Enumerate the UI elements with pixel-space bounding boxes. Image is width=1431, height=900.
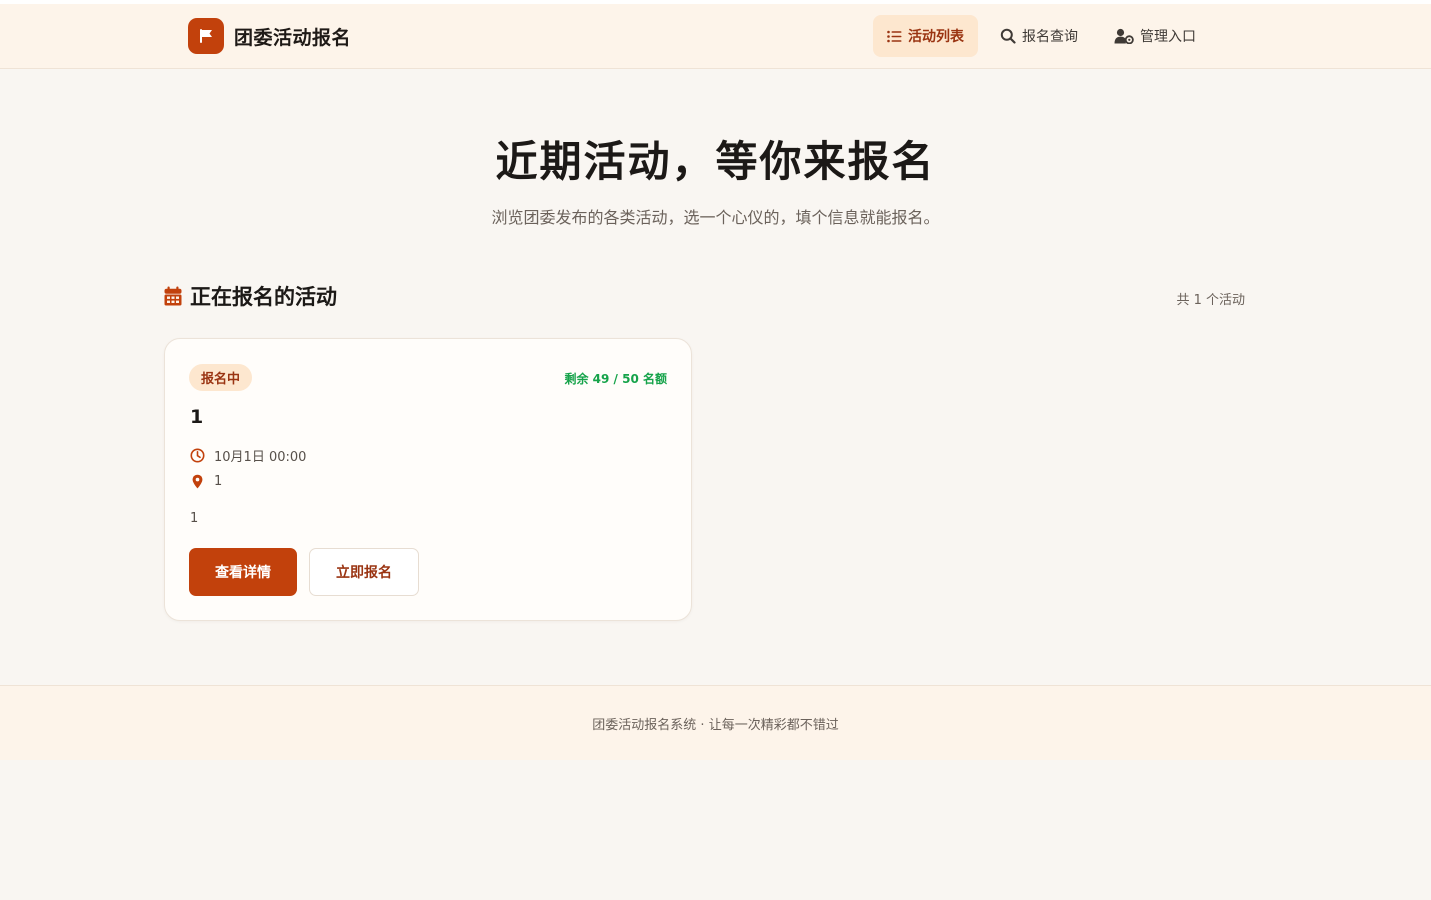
section-title-text: 正在报名的活动 [190, 285, 337, 309]
view-details-button[interactable]: 查看详情 [189, 548, 297, 596]
user-gear-icon [1114, 28, 1134, 44]
section-header: 正在报名的活动 共 1 个活动 [164, 281, 1245, 311]
nav-label: 管理入口 [1140, 29, 1196, 45]
signup-now-button[interactable]: 立即报名 [309, 548, 419, 596]
brand[interactable]: 团委活动报名 [188, 18, 351, 54]
activity-location-text: 1 [214, 474, 223, 489]
brand-name: 团委活动报名 [234, 26, 352, 49]
hero: 近期活动，等你来报名 浏览团委发布的各类活动，选一个心仪的，填个信息就能报名。 [0, 132, 1431, 228]
site-header: 团委活动报名 活动列表 报名查询 管理入口 [0, 4, 1431, 69]
nav-signup-query[interactable]: 报名查询 [986, 15, 1092, 57]
nav-admin-entry[interactable]: 管理入口 [1100, 15, 1210, 57]
hero-title: 近期活动，等你来报名 [495, 137, 936, 186]
calendar-icon [164, 286, 182, 306]
activity-card: 报名中 剩余 49 / 50 名额 1 10月1日 00:00 1 1 查看详情… [164, 338, 692, 621]
footer-text: 团委活动报名系统 · 让每一次精彩都不错过 [592, 717, 839, 733]
status-badge: 报名中 [189, 364, 253, 391]
activity-location: 1 [190, 474, 222, 489]
search-icon [1000, 28, 1016, 44]
main-nav: 活动列表 报名查询 管理入口 [873, 15, 1218, 57]
nav-label: 活动列表 [908, 29, 964, 45]
activity-description: 1 [190, 511, 199, 526]
site-footer: 团委活动报名系统 · 让每一次精彩都不错过 [0, 685, 1431, 760]
flag-icon [188, 18, 224, 54]
quota-remaining: 剩余 49 / 50 名额 [564, 372, 668, 386]
hero-subtitle: 浏览团委发布的各类活动，选一个心仪的，填个信息就能报名。 [491, 208, 940, 227]
clock-icon [190, 448, 205, 463]
activity-time-text: 10月1日 00:00 [214, 450, 307, 465]
activity-count: 共 1 个活动 [1176, 293, 1245, 308]
activity-time: 10月1日 00:00 [190, 446, 306, 465]
activity-title: 1 [190, 406, 204, 428]
map-pin-icon [192, 474, 203, 489]
nav-activity-list[interactable]: 活动列表 [873, 15, 978, 57]
list-icon [887, 30, 902, 42]
section-title: 正在报名的活动 [164, 281, 1245, 311]
nav-label: 报名查询 [1022, 29, 1078, 45]
